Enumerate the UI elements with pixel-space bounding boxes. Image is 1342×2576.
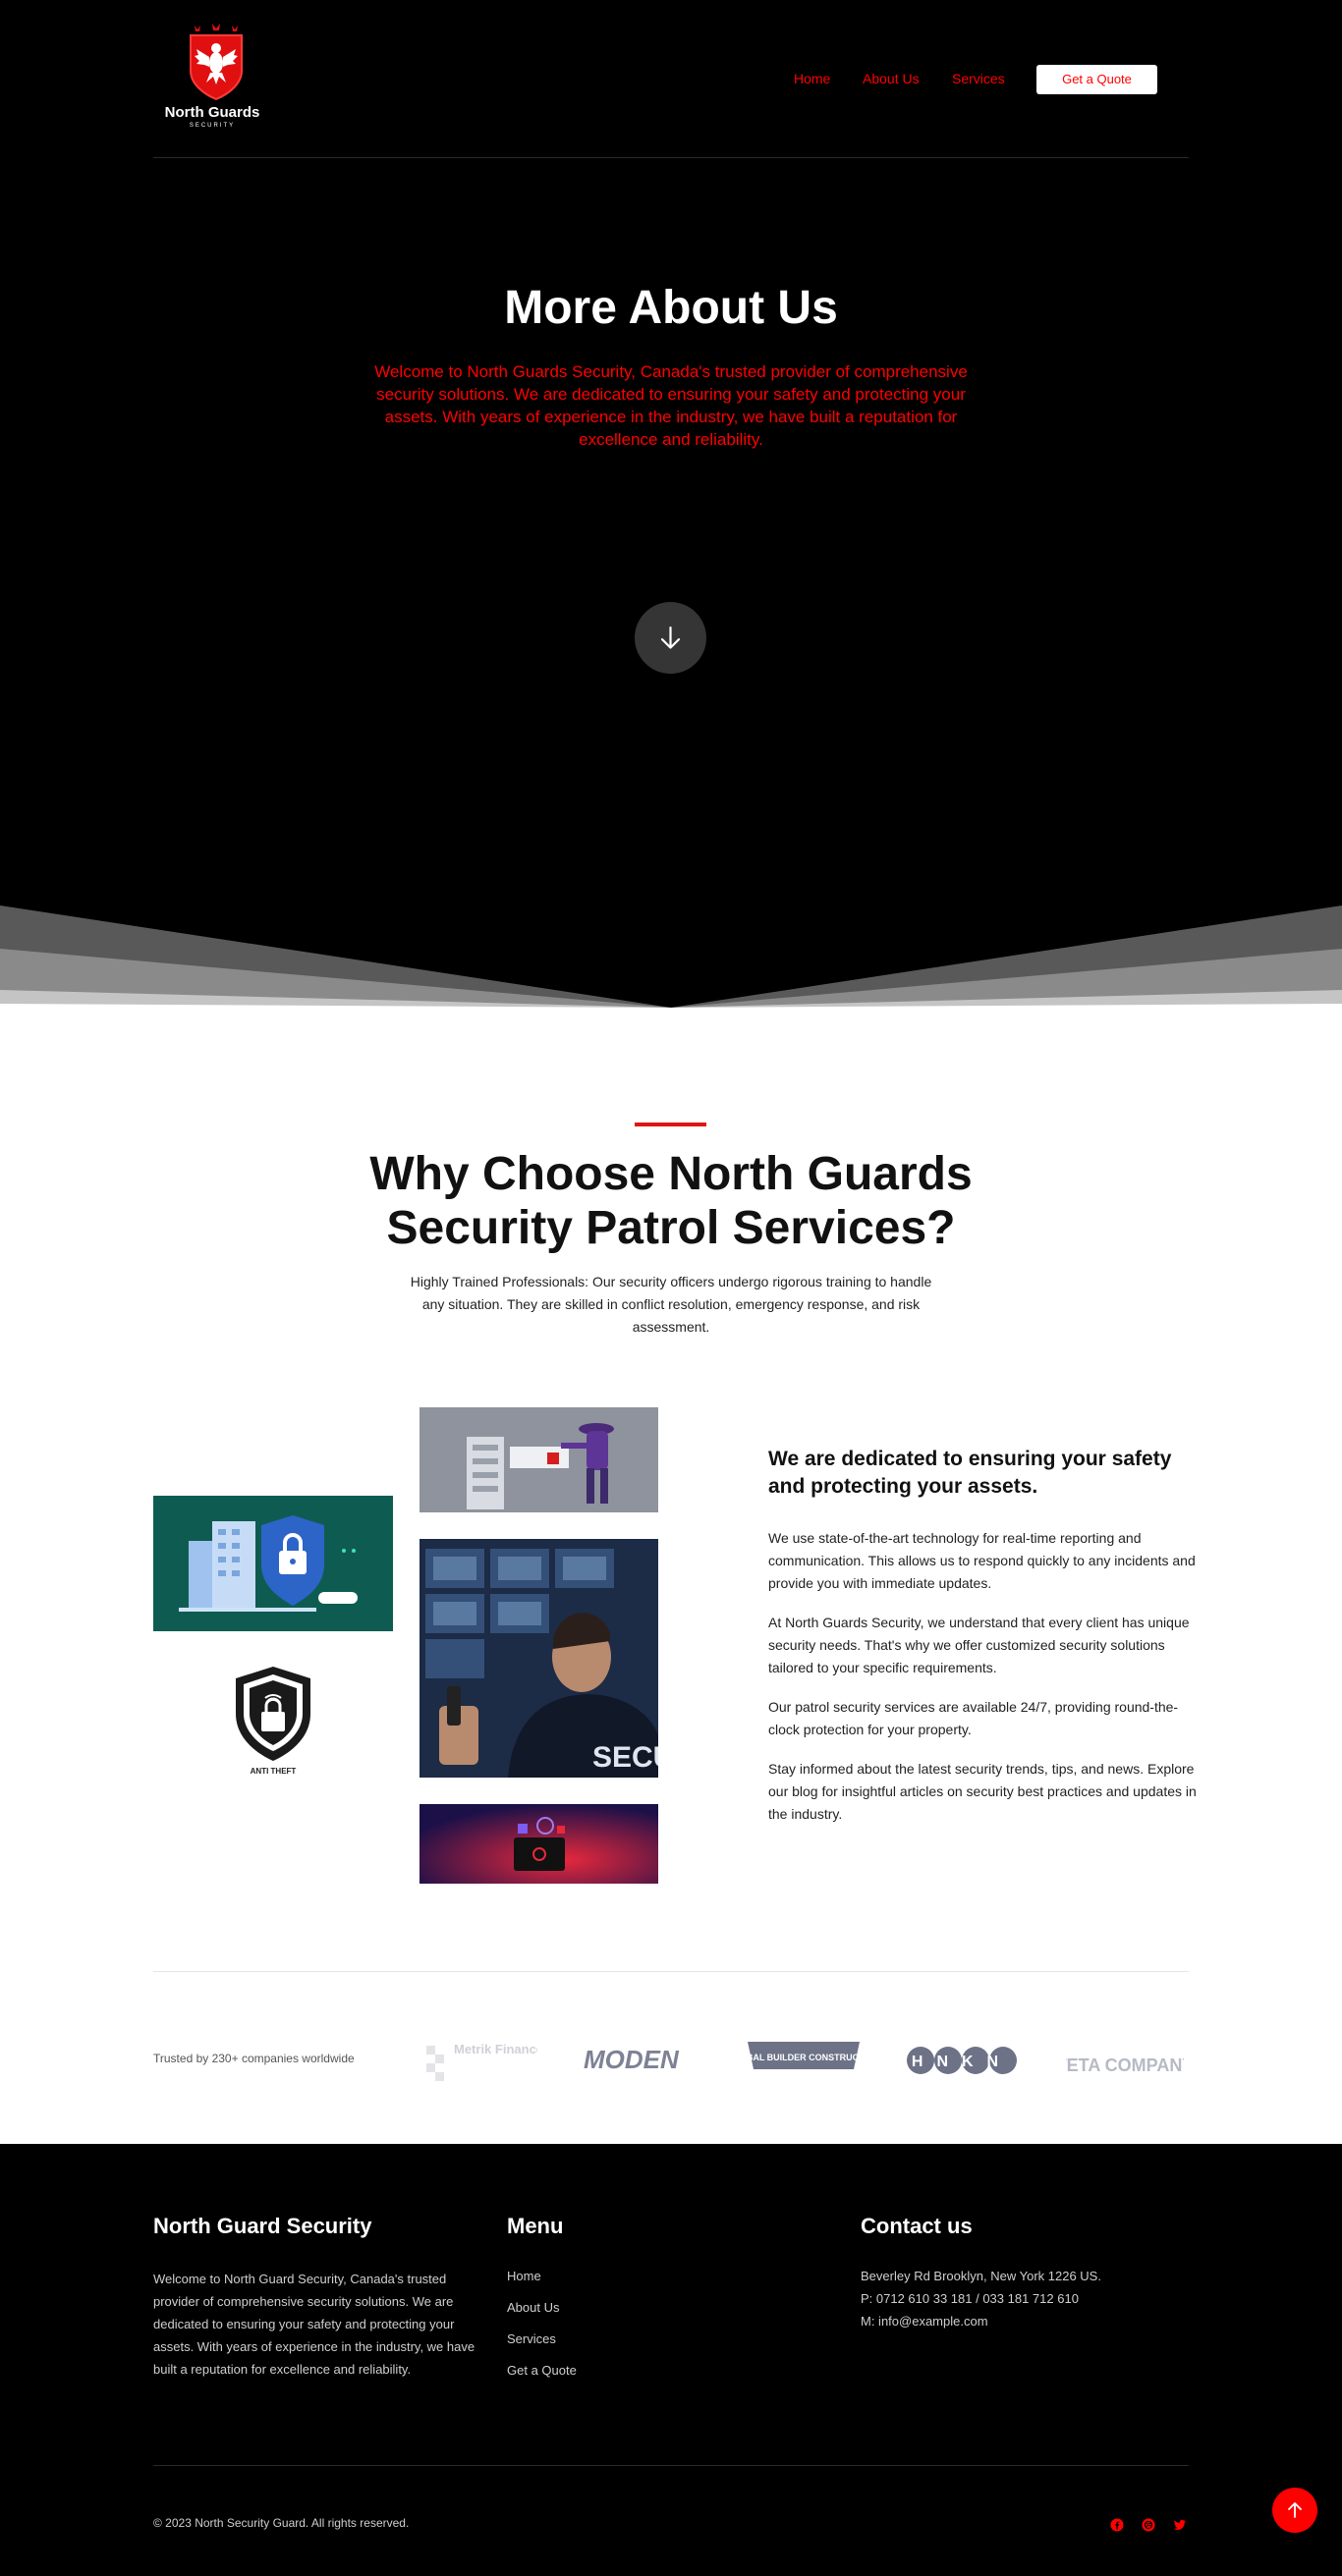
back-to-top-button[interactable] [1272,2488,1317,2533]
scroll-down-button[interactable] [635,602,706,674]
section-accent-bar [635,1123,706,1126]
building-lock-image [153,1496,393,1631]
partner-logo-metrik: Metrik Finance Services. [424,2036,603,2085]
footer-link-home[interactable]: Home [507,2269,541,2283]
partner-text: GLOBAL BUILDER CONSTRUCTION [742,2053,866,2062]
section-divider [153,1971,1189,1972]
footer-about-title: North Guard Security [153,2214,372,2238]
footer-menu-title: Menu [507,2214,564,2238]
footer-phone: P: 0712 610 33 181 / 033 181 712 610 [861,2291,1079,2306]
nav-home-link[interactable]: Home [794,71,830,86]
hero-divider-shape [0,884,1342,1029]
nav-services-link[interactable]: Services [952,71,1005,86]
footer-link-quote[interactable]: Get a Quote [507,2363,577,2378]
facebook-icon[interactable] [1110,2518,1124,2532]
partner-text: HNKN [912,2054,1012,2070]
partner-text: MODEN [584,2045,680,2074]
hero-title: More About Us [504,282,838,334]
copyright-text: © 2023 North Security Guard. All rights … [153,2516,410,2530]
partner-text: TETA COMPANY [1066,2055,1184,2075]
why-choose-section: Why Choose North Guards Security Patrol … [0,1029,1342,2144]
main-nav: Home About Us Services Get a Quote [0,65,1342,94]
anti-theft-label: ANTI THEFT [250,1767,297,1776]
footer-about-text: Welcome to North Guard Security, Canada'… [153,2272,475,2377]
brand-tagline: SECURITY [189,123,236,129]
why-paragraph: Our patrol security services are availab… [768,1699,1179,1737]
why-paragraph: Stay informed about the latest security … [768,1761,1197,1822]
security-monitoring-photo: SECU [419,1539,658,1778]
nav-about-link[interactable]: About Us [863,71,920,86]
arrow-up-icon [1288,2502,1302,2518]
footer-email: M: info@example.com [861,2314,988,2329]
server-intruder-image [419,1407,658,1512]
why-title: Why Choose North Guards Security Patrol … [369,1148,973,1254]
hero-section: North Guards SECURITY Home About Us Serv… [0,0,1342,1029]
header-divider [153,157,1189,158]
footer-address: Beverley Rd Brooklyn, New York 1226 US. [861,2269,1101,2283]
partner-text: Metrik Finance Services. [454,2042,537,2056]
partner-logo-hnkn: HNKN [905,2036,1025,2085]
partner-logo-global-builder: GLOBAL BUILDER CONSTRUCTION [727,2036,880,2085]
why-intro: Highly Trained Professionals: Our securi… [410,1274,932,1335]
footer-link-about[interactable]: About Us [507,2300,559,2315]
cyber-lock-image [419,1804,658,1884]
anti-theft-image: ANTI THEFT [216,1663,330,1781]
hero-description: Welcome to North Guards Security, Canada… [374,362,968,449]
why-subtitle: We are dedicated to ensuring your safety… [768,1448,1172,1498]
partner-logo-teta: TETA COMPANY [1056,2036,1195,2085]
svg-text:SECU: SECU [592,1741,658,1774]
partner-logo-moden: MODEN [582,2036,702,2085]
why-paragraph: At North Guards Security, we understand … [768,1615,1190,1675]
site-footer: North Guard Security Menu Contact us Wel… [0,2144,1342,2576]
trusted-by-text: Trusted by 230+ companies worldwide [153,2052,355,2065]
footer-link-services[interactable]: Services [507,2331,556,2346]
dribbble-icon[interactable] [1142,2518,1155,2532]
brand-name: North Guards [164,104,260,121]
arrow-down-icon [660,626,681,649]
footer-contact-title: Contact us [861,2214,973,2238]
footer-divider [153,2465,1189,2466]
why-paragraph: We use state-of-the-art technology for r… [768,1530,1196,1591]
get-quote-button[interactable]: Get a Quote [1036,65,1157,94]
twitter-icon[interactable] [1173,2518,1187,2532]
